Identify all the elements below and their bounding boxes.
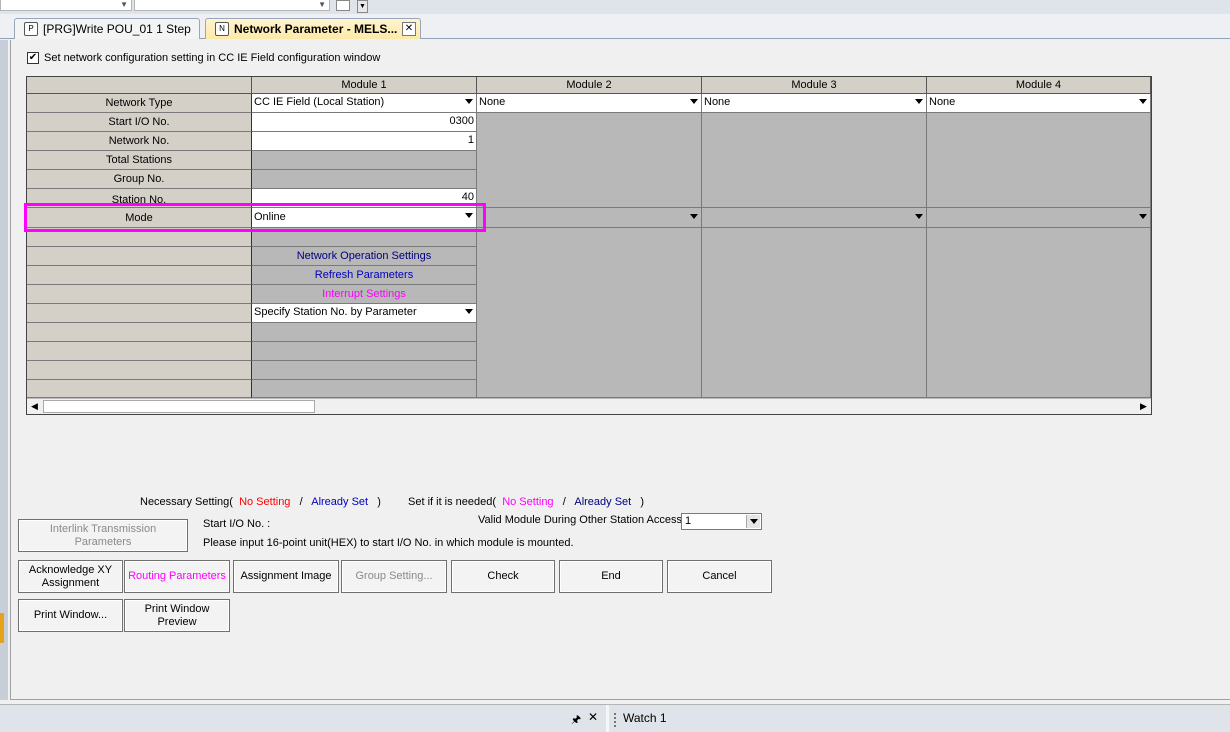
scroll-right-icon[interactable]: ▶ (1136, 399, 1151, 414)
toolbar-strip: ▼ ▼ ▼ (0, 0, 1230, 14)
interrupt-settings-link[interactable]: Interrupt Settings (252, 285, 477, 304)
tab-network-parameter[interactable]: N Network Parameter - MELS... ✕ (205, 18, 421, 39)
row-label-network-type: Network Type (27, 94, 252, 113)
tab-program-write[interactable]: P [PRG]Write POU_01 1 Step (14, 18, 200, 39)
routing-parameters-button[interactable]: Routing Parameters (124, 560, 230, 593)
module1-blank (252, 361, 477, 380)
if-needed-legend: Set if it is needed( No Setting / Alread… (408, 496, 645, 508)
module1-group-no (252, 170, 477, 189)
module2-mode-select (477, 208, 702, 228)
row-label-blank (27, 285, 252, 304)
tab-label: [PRG]Write POU_01 1 Step (43, 22, 191, 36)
module1-start-io-input[interactable]: 0300 (252, 113, 477, 132)
module1-blank (252, 380, 477, 398)
module4-disabled-cells (927, 113, 1151, 208)
start-io-info-label: Start I/O No. : (203, 518, 271, 530)
dock-separator (606, 705, 609, 732)
corner-cell (27, 77, 252, 94)
mode-row-highlight (24, 203, 486, 232)
module1-blank (252, 323, 477, 342)
dropdown-arrow-icon (915, 99, 923, 104)
print-window-button[interactable]: Print Window... (18, 599, 123, 632)
module1-blank (252, 342, 477, 361)
group-setting-button[interactable]: Group Setting... (341, 560, 447, 593)
close-icon[interactable]: ✕ (588, 710, 598, 724)
module3-network-type-select[interactable]: None (702, 94, 927, 113)
module1-total-stations (252, 151, 477, 170)
watch-1-tab[interactable]: Watch 1 (623, 711, 667, 725)
module4-lower-cells (927, 228, 1151, 398)
module2-disabled-cells (477, 113, 702, 208)
station-spec-select[interactable]: Specify Station No. by Parameter (252, 304, 477, 323)
tab-label: Network Parameter - MELS... (234, 22, 398, 36)
dropdown-arrow-icon[interactable]: ▼ (357, 0, 368, 13)
module2-network-type-select[interactable]: None (477, 94, 702, 113)
refresh-parameters-link[interactable]: Refresh Parameters (252, 266, 477, 285)
row-label-total-stations: Total Stations (27, 151, 252, 170)
row-label-group-no: Group No. (27, 170, 252, 189)
assignment-image-button[interactable]: Assignment Image (233, 560, 339, 593)
module4-mode-select (927, 208, 1151, 228)
row-label-blank (27, 247, 252, 266)
program-icon: P (24, 22, 38, 36)
left-dock-edge (0, 40, 8, 700)
valid-module-label: Valid Module During Other Station Access (478, 514, 683, 526)
interlink-transmission-button[interactable]: Interlink Transmission Parameters (18, 519, 188, 552)
row-label-network-no: Network No. (27, 132, 252, 151)
config-window-checkbox-row[interactable]: ✔ Set network configuration setting in CC… (27, 52, 381, 65)
end-button[interactable]: End (559, 560, 663, 593)
bottom-dock-bar: 🖈 ✕ Watch 1 (0, 704, 1230, 732)
row-label-blank (27, 304, 252, 323)
module3-lower-cells (702, 228, 927, 398)
dropdown-arrow-icon (465, 309, 473, 314)
row-label-blank (27, 361, 252, 380)
dropdown-arrow-icon (1139, 99, 1147, 104)
row-label-blank (27, 342, 252, 361)
module1-network-no-input[interactable]: 1 (252, 132, 477, 151)
module2-lower-cells (477, 228, 702, 398)
scroll-left-icon[interactable]: ◀ (27, 399, 42, 414)
dropdown-arrow-icon (690, 99, 698, 104)
toolbar-combo-2[interactable]: ▼ (134, 0, 330, 11)
module1-network-type-select[interactable]: CC IE Field (Local Station) (252, 94, 477, 113)
toolbar-combo-1[interactable]: ▼ (0, 0, 132, 11)
column-header-module-3: Module 3 (702, 77, 927, 94)
cancel-button[interactable]: Cancel (667, 560, 772, 593)
tab-strip: P [PRG]Write POU_01 1 Step N Network Par… (0, 14, 1230, 39)
grip-icon[interactable] (614, 713, 616, 727)
necessary-setting-legend: Necessary Setting( No Setting / Already … (140, 496, 381, 508)
dropdown-arrow-icon (1139, 214, 1147, 219)
network-icon: N (215, 22, 229, 36)
pin-icon[interactable]: 🖈 (571, 711, 581, 730)
column-header-module-1: Module 1 (252, 77, 477, 94)
dropdown-arrow-icon (465, 99, 473, 104)
document-icon[interactable] (336, 0, 350, 11)
column-header-module-4: Module 4 (927, 77, 1151, 94)
module-settings-grid: Module 1 Module 2 Module 3 Module 4 Netw… (26, 76, 1152, 415)
row-label-start-io: Start I/O No. (27, 113, 252, 132)
module3-disabled-cells (702, 113, 927, 208)
check-button[interactable]: Check (451, 560, 555, 593)
grid-horizontal-scrollbar[interactable]: ◀ ▶ (27, 398, 1151, 414)
network-operation-settings-link[interactable]: Network Operation Settings (252, 247, 477, 266)
dropdown-arrow-icon (690, 214, 698, 219)
print-window-preview-button[interactable]: Print Window Preview (124, 599, 230, 632)
start-io-hint: Please input 16-point unit(HEX) to start… (203, 537, 574, 549)
dropdown-arrow-icon (746, 515, 760, 528)
valid-module-select[interactable]: 1 (681, 513, 762, 530)
column-header-module-2: Module 2 (477, 77, 702, 94)
checkbox-label: Set network configuration setting in CC … (44, 52, 381, 64)
dropdown-arrow-icon (915, 214, 923, 219)
row-label-blank (27, 266, 252, 285)
close-icon[interactable]: ✕ (402, 22, 416, 36)
module4-network-type-select[interactable]: None (927, 94, 1151, 113)
row-label-blank (27, 323, 252, 342)
checkbox-checked-icon[interactable]: ✔ (27, 52, 39, 65)
acknowledge-xy-button[interactable]: Acknowledge XY Assignment (18, 560, 123, 593)
row-label-blank (27, 380, 252, 398)
module3-mode-select (702, 208, 927, 228)
scroll-thumb[interactable] (43, 400, 315, 413)
